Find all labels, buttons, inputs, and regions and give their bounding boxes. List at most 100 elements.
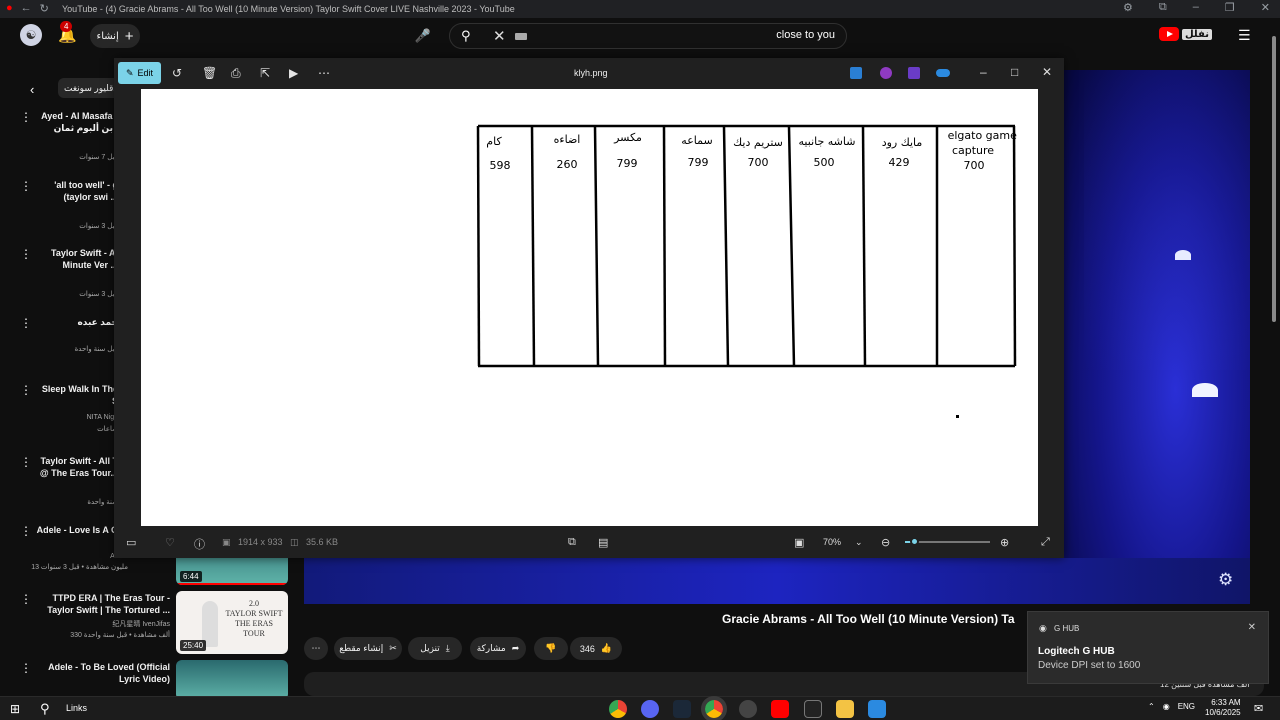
close-icon[interactable]: ✕ [1261, 1, 1270, 14]
column-name: كام [486, 135, 502, 148]
share-icon[interactable]: ⇱ [260, 66, 270, 80]
info-icon[interactable]: ⓘ [194, 536, 205, 552]
more-icon[interactable]: ⋯ [318, 66, 330, 80]
discord-icon[interactable] [641, 700, 659, 718]
steam-icon[interactable] [673, 700, 691, 718]
close-icon[interactable]: ✕ [1042, 65, 1052, 79]
file-size-icon: ◫ [290, 537, 299, 547]
clock[interactable]: 6:33 AM 10/6/2025 [1205, 698, 1241, 718]
like-button[interactable]: 346 👍 [570, 637, 622, 660]
notification-center-icon[interactable]: ✉ [1254, 702, 1263, 715]
related-video-title[interactable]: Adele - Love Is A G [32, 524, 118, 536]
related-video-title[interactable]: حمد عبده [32, 316, 118, 328]
guide-menu-icon[interactable]: ☰ [1238, 27, 1251, 44]
tray-chevron-up-icon[interactable]: ⌃ [1148, 702, 1155, 711]
speedometer-icon[interactable] [739, 700, 757, 718]
install-app-icon[interactable]: ⧉ [1159, 1, 1167, 14]
favorite-heart-icon[interactable]: ♡ [165, 536, 175, 549]
delete-icon[interactable]: 🗑 [202, 66, 217, 80]
restore-icon[interactable]: ❐ [1225, 1, 1235, 14]
chrome-icon[interactable] [609, 700, 627, 718]
chrome-active-icon[interactable] [701, 696, 727, 720]
table-divider-line [530, 126, 536, 367]
video-thumbnail[interactable]: 2.0 TAYLOR SWIFT THE ERAS TOUR 25:40 [176, 591, 288, 654]
related-video-title[interactable]: Ayed - Al Masafa ( بن ألبوم ثمان | (lbum… [32, 110, 118, 134]
clock-date: 10/6/2025 [1205, 708, 1241, 717]
clear-search-icon[interactable]: ✕ [493, 27, 506, 45]
more-options-icon[interactable]: ⋮ [20, 316, 32, 330]
more-options-icon[interactable]: ⋮ [20, 524, 32, 538]
settings-gear-icon[interactable]: ⚙ [1218, 570, 1233, 590]
onedrive-icon[interactable] [936, 69, 950, 77]
fullscreen-icon[interactable]: ⤢ [1041, 536, 1050, 549]
voice-search-mic-icon[interactable]: 🎤 [411, 24, 435, 48]
language-indicator[interactable]: ENG [1178, 702, 1195, 711]
actual-size-icon[interactable]: ▣ [794, 536, 804, 549]
close-toast-icon[interactable]: ✕ [1248, 622, 1256, 633]
related-video-meta: NITA Nigh ساعات [86, 414, 118, 433]
more-options-icon[interactable]: ⋮ [20, 247, 32, 261]
create-button[interactable]: إنشاء + [90, 24, 140, 48]
epic-games-icon[interactable] [804, 700, 822, 718]
slideshow-icon[interactable]: ▶ [289, 66, 298, 80]
rotate-icon[interactable]: ↺ [172, 66, 182, 80]
more-options-icon[interactable]: ⋮ [20, 179, 32, 193]
video-thumbnail[interactable] [176, 660, 288, 700]
clipchamp-icon[interactable] [880, 67, 892, 79]
related-video-title[interactable]: Taylor Swift - Al Minute Ver ... [32, 247, 118, 271]
search-input[interactable]: close to you [776, 29, 835, 41]
image-canvas[interactable]: كام 598 اضاءه 260 مكسر 799 سماعه 799 ستر… [141, 89, 1038, 526]
youtube-logo[interactable]: نفلل [1159, 27, 1212, 41]
share-button[interactable]: مشاركة ➦ [470, 637, 526, 660]
zoom-level-dropdown[interactable]: 70% ⌄ [819, 533, 869, 551]
search-icon[interactable]: ⚲ [40, 701, 50, 717]
edit-button[interactable]: ✎ Edit [118, 62, 161, 84]
related-video-title[interactable]: TTPD ERA | The Eras Tour - Taylor Swift … [10, 592, 170, 616]
extensions-icon[interactable]: ⚙ [1123, 1, 1133, 14]
table-divider-line [787, 126, 796, 367]
related-video-title[interactable]: 'all too well' - g (taylor swi ... [32, 179, 118, 203]
photos-app-icon[interactable] [868, 700, 886, 718]
reload-icon[interactable]: ↻ [40, 2, 49, 15]
crop-fit-icon[interactable]: ⧉ [568, 536, 576, 549]
download-icon: ⤓ [445, 643, 450, 653]
maximize-icon[interactable]: □ [1011, 65, 1018, 79]
minimize-icon[interactable]: – [1193, 1, 1199, 14]
system-tray: ⌃ ◉ ENG [1148, 702, 1195, 711]
video-player[interactable] [1064, 70, 1250, 603]
column-name: اضاءه [554, 133, 581, 146]
minimize-icon[interactable]: – [980, 65, 987, 79]
taskbar-search-label[interactable]: Links [66, 703, 87, 713]
keyboard-icon[interactable] [515, 33, 527, 40]
search-box[interactable]: ⚲ ✕ close to you [449, 23, 847, 49]
chevron-left-icon[interactable]: ‹ [30, 82, 34, 97]
related-video-title[interactable]: Sleep Walk In The S [32, 383, 118, 407]
text-scan-icon[interactable]: ▤ [598, 536, 608, 549]
zoom-out-icon[interactable]: ⊖ [881, 536, 890, 549]
file-explorer-icon[interactable] [836, 700, 854, 718]
more-actions-button[interactable]: ⋯ [304, 637, 328, 660]
dislike-button[interactable]: 👎 [534, 637, 568, 660]
more-options-icon[interactable]: ⋮ [20, 383, 32, 397]
notification-toast[interactable]: ◉ G HUB ✕ Logitech G HUB Device DPI set … [1027, 611, 1269, 684]
ghub-tray-icon[interactable]: ◉ [1163, 702, 1170, 711]
video-player-bottom[interactable] [304, 558, 1250, 604]
zoom-in-icon[interactable]: ⊕ [1000, 536, 1009, 549]
download-button[interactable]: تنزيل ⤓ [408, 637, 462, 660]
search-icon[interactable]: ⚲ [461, 28, 471, 44]
designer-icon[interactable] [908, 67, 920, 79]
avatar[interactable]: ☯ [20, 24, 42, 46]
youtube-app-icon[interactable] [771, 700, 789, 718]
more-options-icon[interactable]: ⋮ [20, 110, 32, 124]
more-options-icon[interactable]: ⋮ [20, 455, 32, 469]
related-video-title[interactable]: Adele - To Be Loved (Official Lyric Vide… [10, 661, 170, 685]
windows-start-icon[interactable]: ⊞ [10, 702, 20, 716]
print-icon[interactable]: ⎙ [231, 66, 241, 81]
clip-button[interactable]: إنشاء مقطع ✂ [334, 637, 402, 660]
paint-app-icon[interactable] [850, 67, 862, 79]
filmstrip-icon[interactable]: ▭ [126, 536, 136, 549]
related-video-title[interactable]: Taylor Swift - All T @ The Eras Tour... [32, 455, 118, 479]
back-icon[interactable]: ← [21, 2, 32, 15]
scrollbar-thumb[interactable] [1272, 36, 1276, 322]
zoom-slider-handle[interactable] [909, 537, 919, 546]
